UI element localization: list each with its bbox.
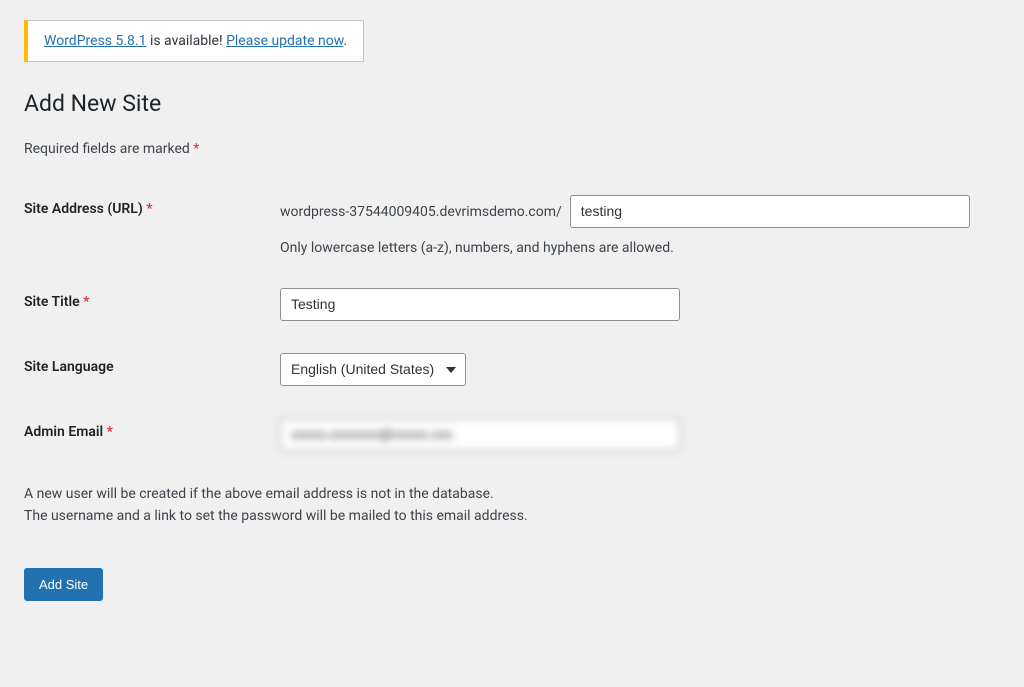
required-asterisk: * bbox=[193, 141, 199, 157]
site-language-row: Site Language English (United States) bbox=[24, 353, 1000, 386]
admin-email-input[interactable] bbox=[280, 418, 680, 451]
email-info-text: A new user will be created if the above … bbox=[24, 483, 1000, 528]
site-title-input[interactable] bbox=[280, 288, 680, 321]
page-title: Add New Site bbox=[24, 90, 1000, 117]
notice-text-mid: is available! bbox=[146, 33, 226, 49]
update-notice: WordPress 5.8.1 is available! Please upd… bbox=[24, 20, 364, 62]
notice-text-end: . bbox=[343, 33, 347, 49]
site-title-row: Site Title * bbox=[24, 288, 1000, 321]
add-site-button[interactable]: Add Site bbox=[24, 568, 103, 602]
admin-email-label: Admin Email * bbox=[24, 418, 280, 440]
site-title-label: Site Title * bbox=[24, 288, 280, 310]
required-fields-note: Required fields are marked * bbox=[24, 141, 1000, 157]
language-select-wrap: English (United States) bbox=[280, 353, 466, 386]
site-address-description: Only lowercase letters (a-z), numbers, a… bbox=[280, 240, 1000, 256]
domain-prefix: wordpress-37544009405.devrimsdemo.com/ bbox=[280, 204, 562, 220]
site-address-label: Site Address (URL) * bbox=[24, 195, 280, 217]
admin-email-row: Admin Email * bbox=[24, 418, 1000, 451]
site-address-input[interactable] bbox=[570, 195, 970, 228]
site-address-row: Site Address (URL) * wordpress-375440094… bbox=[24, 195, 1000, 256]
update-now-link[interactable]: Please update now bbox=[226, 33, 343, 49]
wordpress-version-link[interactable]: WordPress 5.8.1 bbox=[44, 33, 146, 49]
site-language-label: Site Language bbox=[24, 353, 280, 375]
site-language-select[interactable]: English (United States) bbox=[280, 353, 466, 386]
